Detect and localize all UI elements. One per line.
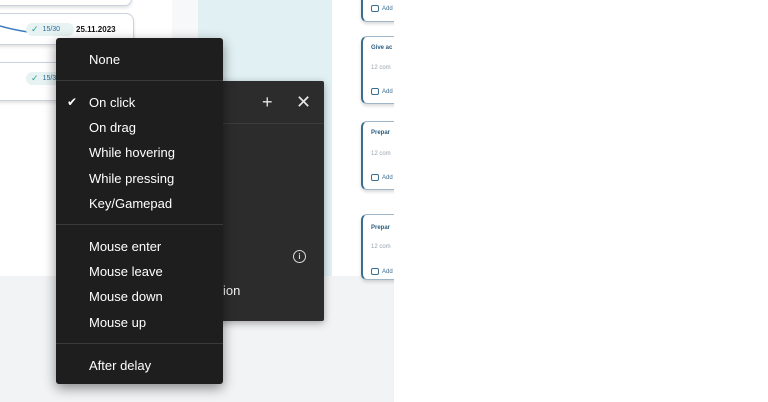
check-icon: ✓ bbox=[31, 73, 39, 83]
progress-badge: ✓ 15/30 bbox=[26, 23, 74, 36]
add-comment-button[interactable]: Add bbox=[371, 268, 393, 275]
menu-item-mouse-enter[interactable]: Mouse enter bbox=[89, 239, 161, 254]
menu-item-mouse-leave[interactable]: Mouse leave bbox=[89, 264, 163, 279]
menu-item-mouse-up[interactable]: Mouse up bbox=[89, 315, 146, 330]
add-comment-button[interactable]: Add bbox=[371, 88, 393, 95]
comment-icon bbox=[371, 174, 379, 181]
menu-item-while-pressing[interactable]: While pressing bbox=[89, 171, 174, 186]
task-card[interactable]: Add bbox=[361, 0, 394, 22]
task-title: Prepar bbox=[371, 225, 391, 231]
menu-item-while-hovering[interactable]: While hovering bbox=[89, 145, 175, 160]
menu-item-key-gamepad[interactable]: Key/Gamepad bbox=[89, 196, 172, 211]
menu-divider bbox=[56, 80, 223, 81]
task-title: Prepar bbox=[371, 130, 391, 136]
menu-item-mouse-down[interactable]: Mouse down bbox=[89, 289, 163, 304]
task-title: Give ac bbox=[371, 45, 393, 51]
check-icon: ✓ bbox=[31, 24, 39, 34]
menu-item-on-click[interactable]: On click bbox=[89, 95, 135, 110]
add-comment-button[interactable]: Add bbox=[371, 5, 393, 12]
task-meta: 12 com bbox=[371, 151, 391, 157]
menu-item-on-drag[interactable]: On drag bbox=[89, 120, 136, 135]
task-meta: 12 com bbox=[371, 65, 391, 71]
comment-icon bbox=[371, 88, 379, 95]
comment-icon bbox=[371, 268, 379, 275]
comment-icon bbox=[371, 5, 379, 12]
task-card[interactable]: Prepar 12 com Add bbox=[361, 214, 394, 280]
task-card[interactable]: Prepar 12 com Add bbox=[361, 121, 394, 190]
close-icon[interactable]: ✕ bbox=[296, 93, 311, 111]
menu-item-after-delay[interactable]: After delay bbox=[89, 358, 151, 373]
progress-count: 15/30 bbox=[42, 26, 61, 33]
check-icon: ✔ bbox=[67, 95, 78, 109]
plus-icon[interactable]: + bbox=[262, 93, 273, 111]
canvas-area: ✓ 15/30 25.11.2023 ✓ 15/30 Add Give ac 1… bbox=[0, 0, 394, 402]
menu-divider bbox=[56, 343, 223, 344]
menu-divider bbox=[56, 224, 223, 225]
menu-item-none[interactable]: None bbox=[89, 52, 120, 67]
add-comment-button[interactable]: Add bbox=[371, 174, 393, 181]
task-card[interactable]: Give ac 12 com Add bbox=[361, 36, 394, 104]
trigger-dropdown-menu: None ✔ On click On drag While hovering W… bbox=[56, 38, 223, 384]
due-date: 25.11.2023 bbox=[76, 25, 116, 34]
task-meta: 12 com bbox=[371, 244, 391, 250]
info-icon[interactable]: i bbox=[293, 250, 306, 263]
